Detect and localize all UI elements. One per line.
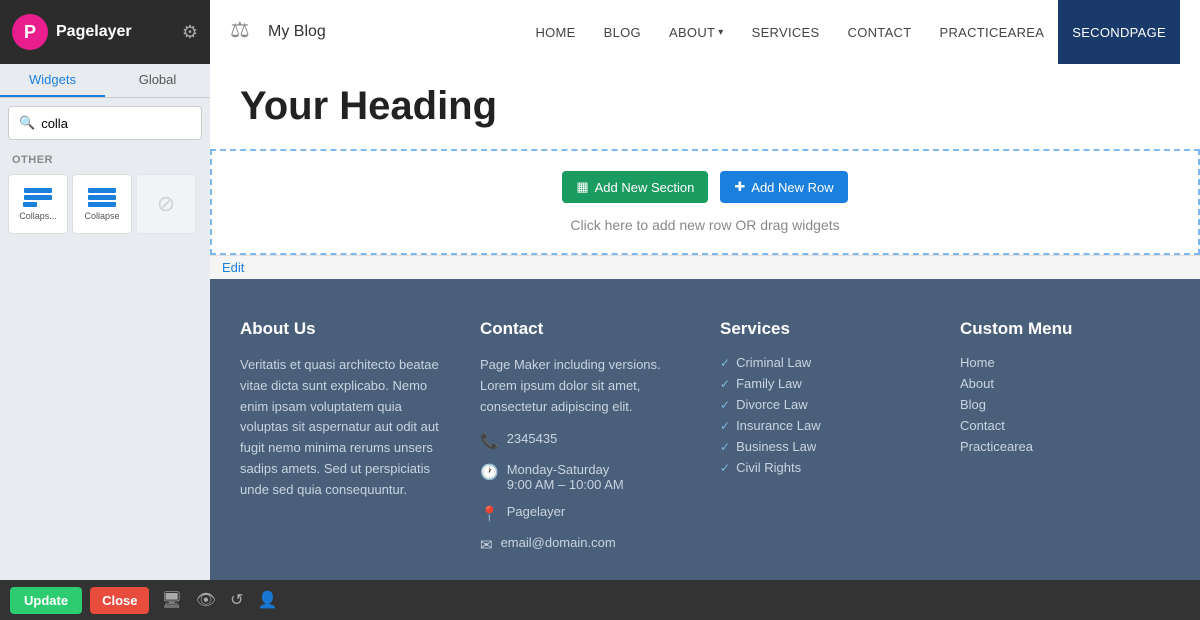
services-list: Criminal Law Family Law Divorce Law Insu… bbox=[720, 355, 930, 475]
brand-name: Pagelayer bbox=[56, 23, 132, 41]
nav-contact[interactable]: CONTACT bbox=[834, 0, 926, 64]
sidebar-tabs: Widgets Global bbox=[0, 64, 210, 98]
location-icon: 📍 bbox=[480, 505, 499, 523]
top-bar: P Pagelayer ⚙ ⚖ My Blog HOME BLOG ABOUT▾… bbox=[0, 0, 1200, 64]
widget-collapse2[interactable]: Collapse bbox=[72, 174, 132, 234]
site-logo-icon: ⚖ bbox=[230, 17, 260, 47]
sidebar: Widgets Global 🔍 × OTHER Collaps... bbox=[0, 64, 210, 580]
page-heading: Your Heading bbox=[240, 84, 1170, 129]
brand-logo-icon: P bbox=[12, 14, 48, 50]
phone-icon: 📞 bbox=[480, 432, 499, 450]
footer-contact-col: Contact Page Maker including versions. L… bbox=[480, 319, 690, 566]
nav-blog[interactable]: BLOG bbox=[590, 0, 655, 64]
widget-disabled: ⊘ bbox=[136, 174, 196, 234]
eye-icon[interactable]: 👁 bbox=[196, 590, 216, 610]
contact-email: email@domain.com bbox=[501, 535, 616, 550]
service-item-divorce: Divorce Law bbox=[720, 397, 930, 412]
footer-services-title: Services bbox=[720, 319, 930, 339]
collapse2-icon bbox=[87, 188, 117, 207]
add-row-icon: ✚ bbox=[734, 179, 745, 195]
add-section-icon: ▦ bbox=[576, 179, 588, 195]
nav-about[interactable]: ABOUT▾ bbox=[655, 0, 738, 64]
tab-widgets[interactable]: Widgets bbox=[0, 64, 105, 97]
nav-links: HOME BLOG ABOUT▾ SERVICES CONTACT PRACTI… bbox=[521, 0, 1180, 64]
custom-menu-list: Home About Blog Contact Practicearea bbox=[960, 355, 1170, 454]
main-layout: Widgets Global 🔍 × OTHER Collaps... bbox=[0, 64, 1200, 580]
email-icon: ✉ bbox=[480, 536, 493, 554]
footer-contact-title: Contact bbox=[480, 319, 690, 339]
toolbar-icons: 🖥 👁 ↺ 👤 bbox=[161, 590, 277, 610]
nav-bar: ⚖ My Blog HOME BLOG ABOUT▾ SERVICES CONT… bbox=[210, 0, 1200, 64]
nav-practicearea[interactable]: PRACTICEAREA bbox=[925, 0, 1058, 64]
section-buttons: ▦ Add New Section ✚ Add New Row bbox=[562, 171, 847, 203]
menu-item-practicearea[interactable]: Practicearea bbox=[960, 439, 1170, 454]
dashed-section: ▦ Add New Section ✚ Add New Row Click he… bbox=[210, 149, 1200, 255]
search-input[interactable] bbox=[41, 116, 210, 131]
service-item-family: Family Law bbox=[720, 376, 930, 391]
disabled-icon: ⊘ bbox=[157, 191, 175, 217]
footer-section: About Us Veritatis et quasi architecto b… bbox=[210, 279, 1200, 580]
nav-home[interactable]: HOME bbox=[521, 0, 589, 64]
contact-hours-item: 🕐 Monday-Saturday9:00 AM – 10:00 AM bbox=[480, 462, 690, 492]
contact-phone: 2345435 bbox=[507, 431, 558, 446]
menu-item-home[interactable]: Home bbox=[960, 355, 1170, 370]
search-icon: 🔍 bbox=[19, 115, 35, 131]
undo-icon[interactable]: ↺ bbox=[230, 590, 243, 610]
nav-secondpage[interactable]: SECONDPAGE bbox=[1058, 0, 1180, 64]
widget-collapse2-label: Collapse bbox=[84, 211, 119, 221]
contact-hours: Monday-Saturday9:00 AM – 10:00 AM bbox=[507, 462, 624, 492]
add-row-button[interactable]: ✚ Add New Row bbox=[720, 171, 847, 203]
footer-services-col: Services Criminal Law Family Law Divorce… bbox=[720, 319, 930, 566]
gear-icon[interactable]: ⚙ bbox=[182, 22, 198, 43]
footer-menu-title: Custom Menu bbox=[960, 319, 1170, 339]
drag-hint: Click here to add new row OR drag widget… bbox=[570, 217, 839, 233]
contact-location-item: 📍 Pagelayer bbox=[480, 504, 690, 523]
close-button[interactable]: Close bbox=[90, 587, 149, 614]
heading-section: Your Heading bbox=[210, 64, 1200, 149]
widget-collapse1-label: Collaps... bbox=[19, 211, 57, 221]
brand-area: P Pagelayer ⚙ bbox=[0, 0, 210, 64]
service-item-criminal: Criminal Law bbox=[720, 355, 930, 370]
search-bar: 🔍 × bbox=[8, 106, 202, 140]
section-other-label: OTHER bbox=[0, 148, 210, 170]
bottom-toolbar: Update Close 🖥 👁 ↺ 👤 bbox=[0, 580, 1200, 620]
edit-bar[interactable]: Edit bbox=[210, 255, 1200, 279]
collapse1-icon bbox=[23, 188, 53, 207]
widget-grid: Collaps... Collapse ⊘ bbox=[0, 170, 210, 238]
user-icon[interactable]: 👤 bbox=[258, 590, 278, 610]
update-button[interactable]: Update bbox=[10, 587, 82, 614]
page-content: Your Heading ▦ Add New Section ✚ Add New… bbox=[210, 64, 1200, 580]
tab-global[interactable]: Global bbox=[105, 64, 210, 97]
menu-item-about[interactable]: About bbox=[960, 376, 1170, 391]
site-title: My Blog bbox=[268, 23, 326, 41]
clock-icon: 🕐 bbox=[480, 463, 499, 481]
nav-services[interactable]: SERVICES bbox=[738, 0, 834, 64]
menu-item-blog[interactable]: Blog bbox=[960, 397, 1170, 412]
menu-item-contact[interactable]: Contact bbox=[960, 418, 1170, 433]
service-item-insurance: Insurance Law bbox=[720, 418, 930, 433]
footer-about-col: About Us Veritatis et quasi architecto b… bbox=[240, 319, 450, 566]
site-logo-area: ⚖ My Blog bbox=[230, 17, 326, 47]
contact-location: Pagelayer bbox=[507, 504, 566, 519]
service-item-civil: Civil Rights bbox=[720, 460, 930, 475]
footer-about-title: About Us bbox=[240, 319, 450, 339]
desktop-icon[interactable]: 🖥 bbox=[161, 590, 181, 610]
service-item-business: Business Law bbox=[720, 439, 930, 454]
content-area: Your Heading ▦ Add New Section ✚ Add New… bbox=[210, 64, 1200, 580]
about-caret: ▾ bbox=[718, 27, 723, 38]
footer-menu-col: Custom Menu Home About Blog Contact Prac… bbox=[960, 319, 1170, 566]
contact-email-item: ✉ email@domain.com bbox=[480, 535, 690, 554]
footer-about-text: Veritatis et quasi architecto beatae vit… bbox=[240, 355, 450, 501]
contact-phone-item: 📞 2345435 bbox=[480, 431, 690, 450]
footer-contact-desc: Page Maker including versions. Lorem ips… bbox=[480, 355, 690, 417]
widget-collapse1[interactable]: Collaps... bbox=[8, 174, 68, 234]
add-section-button[interactable]: ▦ Add New Section bbox=[562, 171, 708, 203]
